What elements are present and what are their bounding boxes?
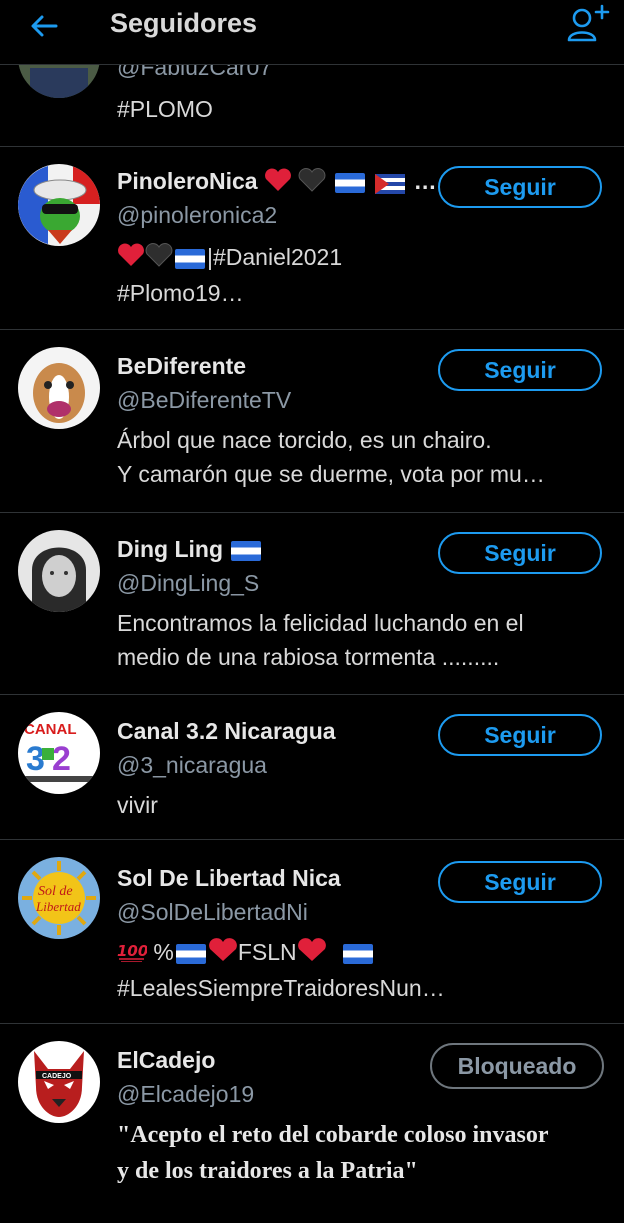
list-item[interactable]: BeDiferente Seguir @BeDiferenteTV Árbol …	[0, 329, 624, 513]
follow-button[interactable]: Seguir	[438, 532, 602, 574]
user-name: PinoleroNica …	[117, 168, 437, 198]
follow-button[interactable]: Seguir	[438, 349, 602, 391]
svg-text:CADEJO: CADEJO	[42, 1073, 72, 1080]
user-handle: @BeDiferenteTV	[117, 387, 292, 413]
user-handle: @pinoleronica2	[117, 202, 278, 228]
black-heart-icon	[145, 242, 173, 276]
list-item[interactable]: CANAL 3 2 Canal 3.2 Nicaragua Seguir @3_…	[0, 694, 624, 840]
avatar	[18, 164, 100, 246]
user-name: Sol De Libertad Nica	[117, 865, 341, 891]
user-bio: #PLOMO	[117, 96, 213, 122]
svg-text:100: 100	[117, 942, 147, 960]
nicaragua-flag-icon	[334, 173, 365, 193]
arrow-left-icon[interactable]	[28, 10, 60, 42]
user-bio: "Acepto el reto del cobarde coloso invas…	[117, 1122, 549, 1184]
cuba-flag-icon	[375, 173, 406, 194]
heart-icon	[297, 937, 327, 971]
user-handle: @3_nicaragua	[117, 752, 267, 778]
svg-text:Sol de: Sol de	[38, 884, 73, 899]
avatar	[18, 347, 100, 429]
user-name: BeDiferente	[117, 353, 247, 379]
user-bio: Árbol que nace torcido, es un chairo. Y …	[117, 427, 545, 487]
svg-text:2: 2	[52, 740, 71, 778]
nicaragua-flag-icon	[231, 540, 262, 561]
list-item[interactable]: Sol de Libertad Sol De Libertad Nica Seg…	[0, 839, 624, 1024]
avatar	[18, 530, 100, 612]
user-handle: @SolDeLibertadNi	[117, 899, 308, 925]
avatar: CADEJO	[18, 1041, 100, 1123]
user-bio: vivir	[117, 792, 158, 818]
user-name: Canal 3.2 Nicaragua	[117, 718, 336, 744]
nicaragua-flag-icon	[175, 248, 205, 269]
add-user-icon[interactable]	[566, 4, 610, 44]
user-name: Ding Ling	[117, 536, 263, 563]
heart-icon	[208, 937, 238, 971]
user-name: ElCadejo	[117, 1047, 216, 1073]
follow-button[interactable]: Seguir	[438, 861, 602, 903]
user-bio: |#Daniel2021 #Plomo19…	[117, 240, 607, 310]
list-item[interactable]: PinoleroNica … Seguir @pinoleronica2 |#D…	[0, 146, 624, 330]
svg-text:Libertad: Libertad	[35, 899, 81, 914]
hundred-points-icon: 100	[117, 937, 148, 971]
blocked-button[interactable]: Bloqueado	[430, 1043, 604, 1089]
nicaragua-flag-icon	[343, 943, 374, 964]
svg-text:CANAL: CANAL	[24, 721, 77, 738]
avatar: Sol de Libertad	[18, 857, 100, 939]
red-heart-icon	[117, 242, 145, 276]
red-heart-icon	[264, 168, 292, 198]
top-app-bar: Seguidores	[0, 0, 624, 65]
follow-button[interactable]: Seguir	[438, 166, 602, 208]
avatar: CANAL 3 2	[18, 712, 100, 794]
user-handle: @DingLing_S	[117, 570, 260, 596]
nicaragua-flag-icon	[175, 943, 206, 964]
user-bio: 100 % FSLN #LealesSiempreTraidoresNun…	[117, 935, 607, 1005]
follow-button[interactable]: Seguir	[438, 714, 602, 756]
user-bio: Encontramos la felicidad luchando en el …	[117, 610, 524, 670]
list-item[interactable]: CADEJO ElCadejo Bloqueado @Elcadejo19 "A…	[0, 1023, 624, 1223]
page-title: Seguidores	[110, 8, 258, 38]
list-item[interactable]: Ding Ling Seguir @DingLing_S Encontramos…	[0, 512, 624, 695]
user-handle: @Elcadejo19	[117, 1081, 255, 1107]
black-heart-icon	[298, 168, 326, 198]
